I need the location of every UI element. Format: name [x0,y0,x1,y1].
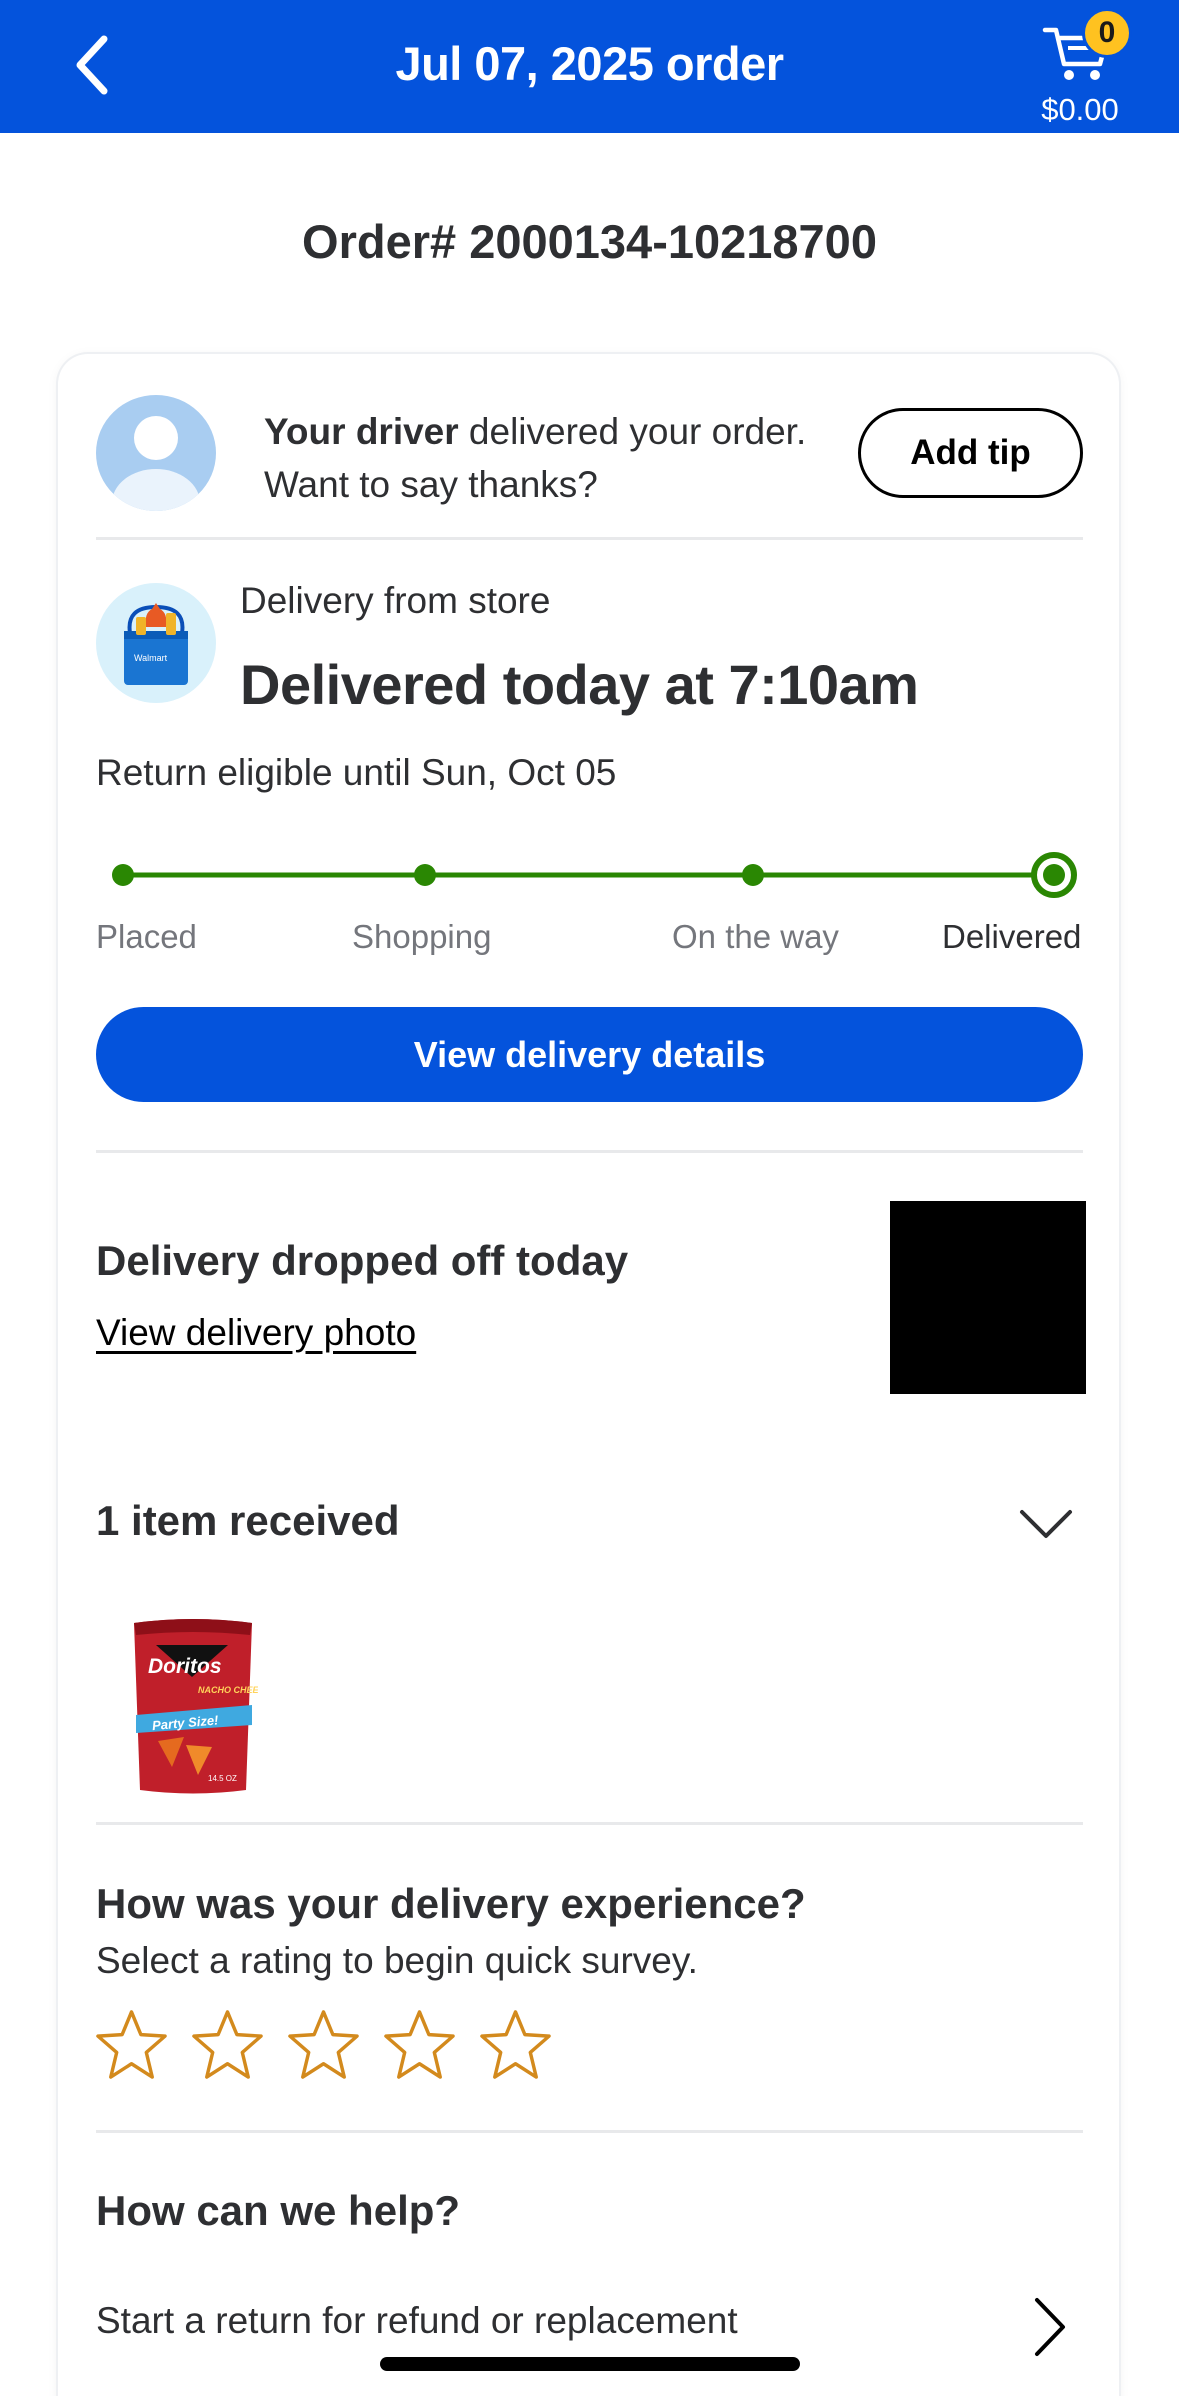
expand-items-button[interactable] [1016,1494,1076,1554]
top-app-bar: Jul 07, 2025 order 0 $0.00 [0,0,1179,133]
cart-button[interactable]: 0 $0.00 [1020,6,1140,131]
product-size: 14.5 OZ [208,1774,237,1783]
add-tip-button[interactable]: Add tip [858,408,1083,498]
star-icon-2[interactable] [190,2008,265,2083]
star-icon-4[interactable] [382,2008,457,2083]
driver-thanks-prompt: Want to say thanks? [264,464,598,505]
product-brand: Doritos [148,1655,222,1678]
store-logo-text: Walmart [134,653,168,663]
star-icon-3[interactable] [286,2008,361,2083]
start-return-label: Start a return for refund or replacement [96,2300,738,2341]
store-bag-icon: Walmart [96,583,216,703]
step-label-on-the-way: On the way [672,918,839,955]
step-dot-on-the-way [742,864,764,886]
divider [96,2130,1083,2133]
step-label-shopping: Shopping [352,918,492,955]
delivery-status: Delivered today at 7:10am [240,653,919,716]
star-rating [94,2008,574,2088]
survey-subtitle: Select a rating to begin quick survey. [96,1940,698,1981]
view-delivery-photo-link[interactable]: View delivery photo [96,1312,416,1354]
driver-label: Your driver [264,411,459,452]
order-number: Order# 2000134-10218700 [302,215,877,268]
chevron-down-icon [1020,1510,1072,1538]
driver-avatar-icon [96,395,216,511]
dropoff-title: Delivery dropped off today [96,1237,629,1284]
driver-message: Your driver delivered your order. Want t… [264,405,844,511]
cart-count-badge: 0 [1082,8,1132,58]
home-indicator [380,2357,800,2371]
divider [96,1150,1083,1153]
survey-title: How was your delivery experience? [96,1880,806,1927]
view-delivery-details-button[interactable]: View delivery details [96,1007,1083,1102]
product-flavor: NACHO CHEESE [198,1685,258,1695]
delivery-progress-tracker [112,852,1077,898]
driver-message-rest: delivered your order. [458,411,807,452]
items-received-title: 1 item received [96,1497,400,1544]
step-dot-shopping [414,864,436,886]
page-title: Jul 07, 2025 order [395,37,784,90]
help-title: How can we help? [96,2187,461,2234]
divider [96,537,1083,540]
divider [96,1822,1083,1825]
cart-total: $0.00 [1041,92,1119,127]
delivery-photo-thumbnail[interactable] [890,1201,1086,1394]
step-label-placed: Placed [96,918,197,955]
step-label-delivered: Delivered [942,918,1082,955]
step-dot-placed [112,864,134,886]
star-icon-5[interactable] [478,2008,553,2083]
return-eligibility: Return eligible until Sun, Oct 05 [96,752,617,793]
star-icon-1[interactable] [94,2008,169,2083]
start-return-row[interactable]: Start a return for refund or replacement [96,2292,1083,2362]
product-image-doritos[interactable]: Doritos NACHO CHEESE Party Size! 14.5 OZ [128,1615,258,1797]
chevron-right-icon [1035,2298,1065,2356]
delivery-type: Delivery from store [240,580,551,621]
